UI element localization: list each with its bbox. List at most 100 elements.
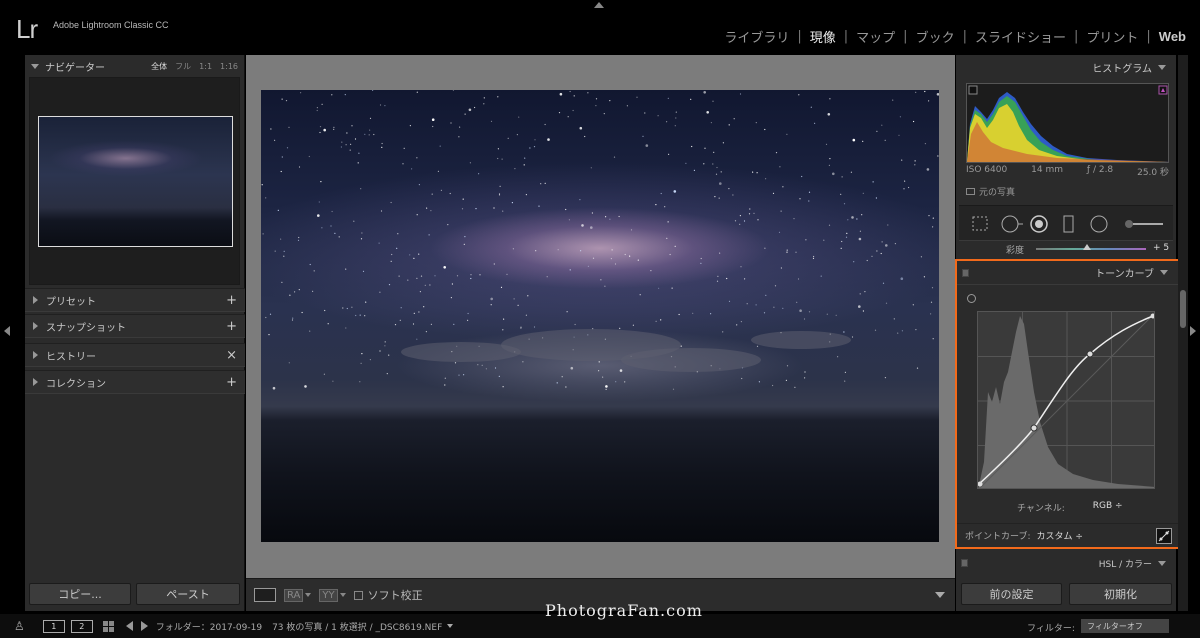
expand-triangle-icon[interactable] <box>33 378 38 386</box>
tone-curve-graph[interactable] <box>977 311 1155 489</box>
copy-button[interactable]: コピー... <box>29 583 131 605</box>
shutter-speed: 25.0 秒 <box>1137 168 1169 178</box>
adjustment-brush-icon[interactable] <box>1125 220 1163 228</box>
grid-view-icon[interactable] <box>102 620 114 632</box>
original-photo-checkbox[interactable] <box>966 188 975 195</box>
histogram[interactable] <box>966 83 1169 163</box>
navigator-title: ナビゲーター <box>45 62 105 74</box>
source-dropdown-icon[interactable] <box>447 624 454 628</box>
zoom-1-16[interactable]: 1:16 <box>220 62 238 71</box>
navigator-header[interactable]: ナビゲーター 全体 フル 1:1 1:16 <box>25 55 244 77</box>
snapshots-label: スナップショット <box>46 322 126 334</box>
module-book[interactable]: ブック <box>908 27 963 46</box>
channel-select[interactable]: RGB ÷ <box>1093 501 1123 514</box>
back-arrow-icon[interactable] <box>125 621 133 631</box>
crop-icon[interactable] <box>972 216 988 231</box>
zoom-1-1[interactable]: 1:1 <box>199 62 212 71</box>
watermark: PhotograFan.com <box>545 601 703 620</box>
expand-triangle-icon[interactable] <box>33 296 38 304</box>
module-print[interactable]: プリント <box>1078 27 1146 46</box>
before-after-tb-button[interactable]: YY <box>319 588 338 602</box>
module-map[interactable]: マップ <box>848 27 903 46</box>
left-panel: ナビゲーター 全体 フル 1:1 1:16 プリセット + スナップショット +… <box>25 55 245 611</box>
left-panel-toggle-icon[interactable] <box>4 326 10 336</box>
top-panel-toggle-icon[interactable] <box>594 2 604 8</box>
scrollbar-thumb[interactable] <box>1180 290 1186 328</box>
collapse-triangle-icon[interactable] <box>1158 560 1166 566</box>
presets-section[interactable]: プリセット + <box>25 288 245 312</box>
lightroom-logo: Lr <box>16 14 38 44</box>
panel-switch-icon[interactable] <box>962 269 969 277</box>
radial-filter-icon[interactable] <box>1090 215 1108 233</box>
clear-history-icon[interactable]: × <box>226 348 237 363</box>
collections-section[interactable]: コレクション + <box>25 370 245 394</box>
histogram-graph <box>967 85 1168 162</box>
add-collection-icon[interactable]: + <box>226 375 237 390</box>
module-develop[interactable]: 現像 <box>802 27 844 46</box>
filter-label: フィルター: <box>1027 624 1075 634</box>
expand-triangle-icon[interactable] <box>33 322 38 330</box>
right-panel-scrollbar[interactable] <box>1178 55 1188 611</box>
previous-settings-button[interactable]: 前の設定 <box>961 583 1062 605</box>
add-preset-icon[interactable]: + <box>226 293 237 308</box>
collapse-triangle-icon[interactable] <box>1160 270 1168 275</box>
original-photo-label: 元の写真 <box>979 188 1016 198</box>
saturation-slider[interactable] <box>1036 248 1146 250</box>
identity-plate-icon[interactable]: ♙ <box>14 619 25 633</box>
zoom-fit[interactable]: 全体 <box>151 61 167 72</box>
loupe-view-button[interactable] <box>254 588 276 602</box>
app-name: Adobe Lightroom Classic CC <box>53 20 169 30</box>
original-photo-toggle[interactable]: 元の写真 <box>966 185 1015 198</box>
paste-button[interactable]: ペースト <box>136 583 240 605</box>
right-panel-toggle-icon[interactable] <box>1190 326 1196 336</box>
primary-window-button[interactable]: 1 <box>42 619 65 633</box>
saturation-slider-thumb[interactable] <box>1082 244 1091 250</box>
hsl-panel-header[interactable]: HSL / カラー <box>956 553 1176 573</box>
star-field <box>261 90 939 390</box>
saturation-value[interactable]: + 5 <box>1153 243 1169 253</box>
channel-label: チャンネル: <box>1017 504 1065 514</box>
edit-point-curve-icon[interactable] <box>1156 528 1172 544</box>
add-snapshot-icon[interactable]: + <box>226 319 237 334</box>
module-web[interactable]: Web <box>1151 29 1186 44</box>
history-label: ヒストリー <box>46 351 96 363</box>
reset-button[interactable]: 初期化 <box>1069 583 1172 605</box>
collapse-triangle-icon[interactable] <box>1158 64 1166 70</box>
history-section[interactable]: ヒストリー × <box>25 343 245 367</box>
target-adjustment-icon[interactable] <box>967 294 976 303</box>
before-after-dropdown-icon[interactable] <box>339 593 346 597</box>
point-curve-select[interactable]: カスタム ÷ <box>1037 529 1083 542</box>
photo-canvas <box>246 55 955 578</box>
panel-switch-icon[interactable] <box>961 559 968 567</box>
zoom-fill[interactable]: フル <box>175 61 191 72</box>
forward-arrow-icon[interactable] <box>140 621 148 631</box>
module-slideshow[interactable]: スライドショー <box>967 27 1074 46</box>
collapse-triangle-icon[interactable] <box>31 63 39 69</box>
graduated-filter-icon[interactable] <box>1063 215 1074 233</box>
snapshots-section[interactable]: スナップショット + <box>25 314 245 338</box>
photo-count[interactable]: 73 枚の写真 / 1 枚選択 / _DSC8619.NEF <box>272 620 442 633</box>
histogram-header[interactable]: ヒストグラム <box>956 55 1176 79</box>
soft-proof-checkbox[interactable] <box>353 590 363 600</box>
presets-label: プリセット <box>46 296 96 308</box>
tone-curve-header[interactable]: トーンカーブ <box>957 261 1178 285</box>
exif-info: ISO 6400 14 mm ƒ / 2.8 25.0 秒 <box>966 165 1169 178</box>
before-after-dropdown-icon[interactable] <box>305 593 312 597</box>
collections-label: コレクション <box>46 378 106 390</box>
folder-path[interactable]: フォルダー：2017-09-19 <box>156 620 262 633</box>
navigator-preview[interactable] <box>29 77 240 285</box>
point-curve-row: ポイントカーブ: カスタム ÷ <box>957 523 1178 547</box>
tool-strip <box>959 205 1173 241</box>
navigator-thumbnail[interactable] <box>38 116 233 247</box>
hsl-label: HSL / カラー <box>1098 559 1152 570</box>
module-library[interactable]: ライブラリ <box>716 27 797 46</box>
expand-triangle-icon[interactable] <box>33 351 38 359</box>
main-photo[interactable] <box>261 90 939 542</box>
filter-select[interactable]: フィルターオフ <box>1081 619 1169 633</box>
before-after-lr-button[interactable]: RA <box>284 588 304 602</box>
spot-removal-icon[interactable] <box>1001 215 1023 233</box>
red-eye-icon[interactable] <box>1030 215 1048 233</box>
module-picker: ライブラリ | 現像 | マップ | ブック | スライドショー | プリント … <box>716 27 1186 46</box>
toolbar-menu-icon[interactable] <box>935 592 945 598</box>
secondary-window-button[interactable]: 2 <box>70 619 93 633</box>
